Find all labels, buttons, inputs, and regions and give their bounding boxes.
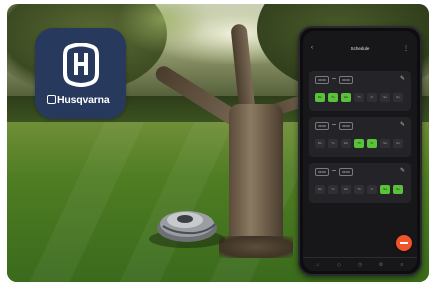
day-toggle[interactable]: Tu <box>328 185 338 194</box>
day-toggle[interactable]: Sa <box>380 185 390 194</box>
end-time[interactable]: 00:00 <box>339 168 353 176</box>
day-toggle[interactable]: We <box>341 93 351 102</box>
day-toggle[interactable]: Th <box>354 139 364 148</box>
tree-trunk <box>229 104 283 254</box>
edit-icon[interactable]: ✎ <box>399 168 406 175</box>
day-toggle[interactable]: Fr <box>367 93 377 102</box>
day-toggle[interactable]: Su <box>393 185 403 194</box>
phone-screen: ‹ Schedule ⋮ 00:00 00:00 ✎ Mo Tu We Th F… <box>303 31 417 271</box>
day-toggle[interactable]: Sa <box>380 139 390 148</box>
day-toggle[interactable]: Th <box>354 93 364 102</box>
end-time[interactable]: 00:00 <box>339 76 353 84</box>
edit-icon[interactable]: ✎ <box>399 122 406 129</box>
start-time[interactable]: 00:00 <box>315 76 329 84</box>
phone-mockup: ‹ Schedule ⋮ 00:00 00:00 ✎ Mo Tu We Th F… <box>298 26 422 276</box>
screen-title: Schedule <box>350 46 370 51</box>
schedule-card[interactable]: 00:00 00:00 ✎ Mo Tu We Th Fr Sa Su <box>309 117 411 157</box>
day-selector: Mo Tu We Th Fr Sa Su <box>315 93 407 103</box>
more-icon[interactable]: ≡ <box>398 261 406 269</box>
day-toggle[interactable]: Mo <box>315 139 325 148</box>
brand-name: Husqvarna <box>47 94 110 106</box>
day-toggle[interactable]: Sa <box>380 93 390 102</box>
day-toggle[interactable]: Mo <box>315 185 325 194</box>
settings-icon[interactable]: ⚙ <box>377 261 385 269</box>
day-selector: Mo Tu We Th Fr Sa Su <box>315 185 407 195</box>
day-toggle[interactable]: Mo <box>315 93 325 102</box>
time-separator <box>332 124 336 125</box>
home-icon[interactable]: ⌂ <box>314 261 322 269</box>
day-toggle[interactable]: Th <box>354 185 364 194</box>
time-separator <box>332 78 336 79</box>
edit-icon[interactable]: ✎ <box>399 76 406 83</box>
map-icon[interactable]: ◇ <box>335 261 343 269</box>
day-toggle[interactable]: We <box>341 185 351 194</box>
more-menu-icon[interactable]: ⋮ <box>403 45 409 52</box>
schedule-card[interactable]: 00:00 00:00 ✎ Mo Tu We Th Fr Sa Su <box>309 71 411 111</box>
schedule-card[interactable]: 00:00 00:00 ✎ Mo Tu We Th Fr Sa Su <box>309 163 411 203</box>
day-toggle[interactable]: Fr <box>367 139 377 148</box>
tree-roots <box>219 236 293 258</box>
day-toggle[interactable]: Su <box>393 139 403 148</box>
day-toggle[interactable]: Fr <box>367 185 377 194</box>
app-header: ‹ Schedule ⋮ <box>303 45 417 55</box>
husqvarna-logo-icon <box>63 43 99 87</box>
day-toggle[interactable]: Tu <box>328 93 338 102</box>
day-toggle[interactable]: Tu <box>328 139 338 148</box>
day-toggle[interactable]: We <box>341 139 351 148</box>
brand-mark-icon <box>47 95 56 104</box>
schedule-icon[interactable]: ◷ <box>356 261 364 269</box>
time-separator <box>332 170 336 171</box>
end-time[interactable]: 00:00 <box>339 122 353 130</box>
bottom-navigation: ⌂ ◇ ◷ ⚙ ≡ <box>303 257 417 271</box>
day-toggle[interactable]: Su <box>393 93 403 102</box>
start-time[interactable]: 00:00 <box>315 168 329 176</box>
husqvarna-app-icon[interactable]: Husqvarna <box>35 28 126 119</box>
day-selector: Mo Tu We Th Fr Sa Su <box>315 139 407 149</box>
robotic-mower <box>157 211 217 242</box>
add-schedule-button[interactable] <box>396 235 412 251</box>
start-time[interactable]: 00:00 <box>315 122 329 130</box>
